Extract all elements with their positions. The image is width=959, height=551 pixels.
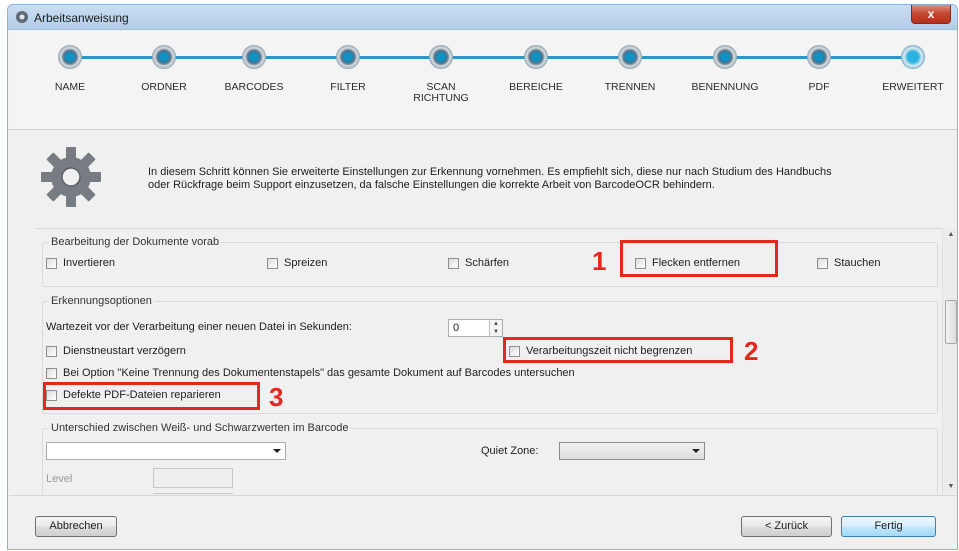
chevron-down-icon <box>273 449 281 453</box>
step-dot-icon <box>618 45 642 69</box>
step-bereiche[interactable]: BEREICHE <box>486 45 586 93</box>
step-dot-icon <box>336 45 360 69</box>
finish-button[interactable]: Fertig <box>841 516 936 537</box>
step-ordner[interactable]: ORDNER <box>114 45 214 93</box>
vertical-scrollbar[interactable]: ▲ ▼ <box>942 228 957 494</box>
title-bar: Arbeitsanweisung x <box>8 5 957 30</box>
step-pdf[interactable]: PDF <box>769 45 869 93</box>
annotation-number: 2 <box>744 336 759 366</box>
wait-time-value: 0 <box>453 322 460 334</box>
annotation-highlight <box>620 240 778 277</box>
step-label: BEREICHE <box>509 81 563 93</box>
step-description: In diesem Schritt können Sie erweiterte … <box>9 129 957 227</box>
level-field-2[interactable] <box>153 493 233 494</box>
step-dot-icon <box>58 45 82 69</box>
spin-arrows-icon[interactable]: ▲ ▼ <box>489 320 502 336</box>
step-label: BENENNUNG <box>691 81 759 93</box>
description-line: In diesem Schritt können Sie erweiterte … <box>148 166 832 178</box>
annotation-number: 1 <box>592 246 607 276</box>
checkbox-box[interactable] <box>448 257 459 269</box>
step-progress-bar: NAME ORDNER BARCODES FILTER SCAN RICHTUN… <box>9 31 957 129</box>
step-label: ERWEITERT <box>882 81 944 93</box>
scroll-down-icon[interactable]: ▼ <box>943 480 957 494</box>
step-benennung[interactable]: BENENNUNG <box>675 45 775 93</box>
step-dot-icon <box>429 45 453 69</box>
cancel-button[interactable]: Abbrechen <box>35 516 117 537</box>
checkbox-invertieren[interactable]: Invertieren <box>46 257 115 269</box>
chevron-down-icon <box>692 449 700 453</box>
checkbox-whole-document[interactable]: Bei Option "Keine Trennung des Dokumente… <box>46 367 575 379</box>
step-dot-icon <box>713 45 737 69</box>
annotation-highlight <box>43 382 260 410</box>
step-label: ORDNER <box>141 81 187 93</box>
step-label: FILTER <box>330 81 366 93</box>
contrast-dropdown[interactable] <box>46 442 286 460</box>
group-contrast: Unterschied zwischen Weiß- und Schwarzwe… <box>42 422 938 494</box>
step-filter[interactable]: FILTER <box>298 45 398 93</box>
wait-time-stepper[interactable]: 0 ▲ ▼ <box>448 319 503 337</box>
step-dot-icon <box>901 45 925 69</box>
step-trennen[interactable]: TRENNEN <box>580 45 680 93</box>
checkbox-box[interactable] <box>46 367 57 379</box>
step-dot-icon <box>524 45 548 69</box>
step-barcodes[interactable]: BARCODES <box>204 45 304 93</box>
checkbox-label: Bei Option "Keine Trennung des Dokumente… <box>63 367 575 379</box>
quiet-zone-dropdown[interactable] <box>559 442 705 460</box>
checkbox-box[interactable] <box>46 257 57 269</box>
checkbox-label: Dienstneustart verzögern <box>63 345 186 357</box>
step-label: BARCODES <box>224 81 284 93</box>
group-title: Erkennungsoptionen <box>49 295 154 307</box>
checkbox-box[interactable] <box>267 257 278 269</box>
quiet-zone-label: Quiet Zone: <box>481 445 539 457</box>
annotation-highlight <box>503 337 733 363</box>
checkbox-label: Invertieren <box>63 257 115 269</box>
wait-time-label: Wartezeit vor der Verarbeitung einer neu… <box>46 321 352 333</box>
gear-icon <box>41 147 101 207</box>
step-scan-richtung[interactable]: SCAN RICHTUNG <box>391 45 491 104</box>
step-label: TRENNEN <box>604 81 656 93</box>
step-dot-icon <box>242 45 266 69</box>
close-button[interactable]: x <box>911 5 951 24</box>
description-text: In diesem Schritt können Sie erweiterte … <box>148 166 948 192</box>
level-label: Level <box>46 473 73 485</box>
step-dot-icon <box>152 45 176 69</box>
level-field[interactable] <box>153 468 233 488</box>
step-label: PDF <box>808 81 830 93</box>
step-erweitert[interactable]: ERWEITERT <box>863 45 957 93</box>
scroll-up-icon[interactable]: ▲ <box>943 228 957 242</box>
wizard-window: Arbeitsanweisung x NAME ORDNER BARCODES … <box>7 4 958 550</box>
checkbox-delay-restart[interactable]: Dienstneustart verzögern <box>46 345 186 357</box>
step-label: NAME <box>54 81 86 93</box>
window-title: Arbeitsanweisung <box>34 11 129 25</box>
group-preprocess: Bearbeitung der Dokumente vorab Invertie… <box>42 236 938 287</box>
step-dot-icon <box>807 45 831 69</box>
footer: Abbrechen < Zurück Fertig <box>9 495 957 549</box>
group-title: Unterschied zwischen Weiß- und Schwarzwe… <box>49 422 351 434</box>
checkbox-schaerfen[interactable]: Schärfen <box>448 257 509 269</box>
step-name[interactable]: NAME <box>20 45 120 93</box>
gear-icon <box>16 11 28 23</box>
description-line: oder Rückfrage beim Support einzusetzen,… <box>148 179 715 191</box>
scrollbar-thumb[interactable] <box>945 300 957 344</box>
checkbox-label: Stauchen <box>834 257 881 269</box>
checkbox-spreizen[interactable]: Spreizen <box>267 257 327 269</box>
back-button[interactable]: < Zurück <box>741 516 832 537</box>
settings-scroll-area[interactable]: Bearbeitung der Dokumente vorab Invertie… <box>36 228 942 494</box>
step-label: SCAN RICHTUNG <box>413 81 469 104</box>
checkbox-box[interactable] <box>817 257 828 269</box>
checkbox-box[interactable] <box>46 345 57 357</box>
group-title: Bearbeitung der Dokumente vorab <box>49 236 222 248</box>
checkbox-stauchen[interactable]: Stauchen <box>817 257 880 269</box>
annotation-number: 3 <box>269 382 284 412</box>
checkbox-label: Schärfen <box>465 257 510 269</box>
checkbox-label: Spreizen <box>284 257 328 269</box>
